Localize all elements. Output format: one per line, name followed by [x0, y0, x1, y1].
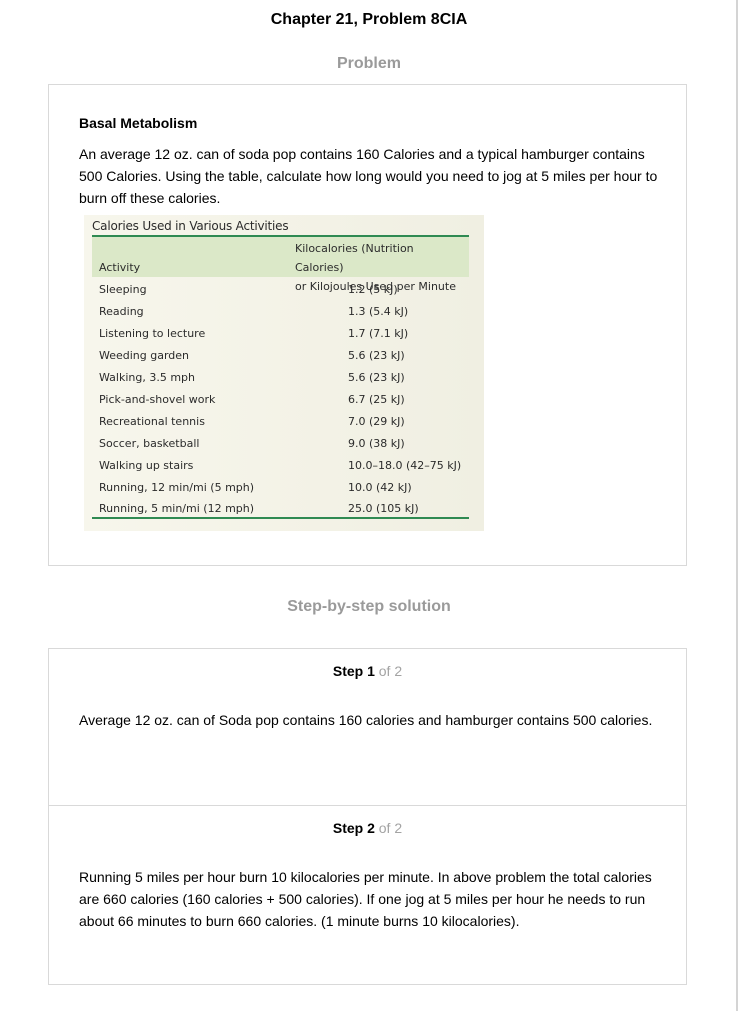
kcal-cell: 5.6 (23 kJ) [348, 349, 405, 362]
table-row: Listening to lecture 1.7 (7.1 kJ) [99, 324, 469, 346]
step-2-label: Step 2 of 2 [49, 820, 686, 836]
activity-cell: Sleeping [99, 283, 147, 296]
kcal-cell: 10.0–18.0 (42–75 kJ) [348, 459, 462, 472]
problem-card: Basal Metabolism An average 12 oz. can o… [48, 84, 687, 566]
step-1-number: Step 1 [332, 663, 375, 679]
step-2-total: of 2 [374, 820, 403, 836]
step-2-text: Running 5 miles per hour burn 10 kilocal… [79, 869, 652, 929]
activity-cell: Pick-and-shovel work [99, 393, 216, 406]
problem-heading: Basal Metabolism [79, 115, 198, 131]
kcal-cell: 7.0 (29 kJ) [348, 415, 405, 428]
step-1-label: Step 1 of 2 [49, 663, 686, 679]
problem-text: An average 12 oz. can of soda pop contai… [79, 146, 658, 206]
table-row: Recreational tennis 7.0 (29 kJ) [99, 412, 469, 434]
activity-cell: Listening to lecture [99, 327, 206, 340]
column-header-activity: Activity [99, 261, 141, 274]
activity-cell: Running, 5 min/mi (12 mph) [99, 502, 255, 515]
solution-section-label: Step-by-step solution [287, 598, 451, 615]
table-row: Weeding garden 5.6 (23 kJ) [99, 346, 469, 368]
kcal-cell: 5.6 (23 kJ) [348, 371, 405, 384]
page-title: Chapter 21, Problem 8CIA [270, 11, 468, 28]
table-row: Reading 1.3 (5.4 kJ) [99, 302, 469, 324]
problem-section-label: Problem [336, 55, 401, 72]
activity-cell: Soccer, basketball [99, 437, 200, 450]
activity-cell: Weeding garden [99, 349, 190, 362]
activity-cell: Walking, 3.5 mph [99, 371, 196, 384]
table-row: Running, 12 min/mi (5 mph) 10.0 (42 kJ) [99, 478, 469, 500]
activity-cell: Reading [99, 305, 144, 318]
kcal-cell: 1.3 (5.4 kJ) [348, 305, 409, 318]
kcal-cell: 6.7 (25 kJ) [348, 393, 405, 406]
kcal-cell: 25.0 (105 kJ) [348, 502, 419, 515]
step-1-total: of 2 [374, 663, 403, 679]
table-row: Walking up stairs 10.0–18.0 (42–75 kJ) [99, 456, 469, 478]
kcal-cell: 1.7 (7.1 kJ) [348, 327, 409, 340]
table-bottom-rule [92, 517, 469, 519]
table-row: Pick-and-shovel work 6.7 (25 kJ) [99, 390, 469, 412]
activity-cell: Recreational tennis [99, 415, 205, 428]
step-card-1: Step 1 of 2 Average 12 oz. can of Soda p… [48, 648, 687, 806]
kcal-cell: 9.0 (38 kJ) [348, 437, 405, 450]
kcal-cell: 1.2 (5 kJ) [348, 283, 398, 296]
column-header-kilocalories-line1: Kilocalories (Nutrition Calories) [295, 242, 414, 274]
step-2-number: Step 2 [332, 820, 375, 836]
kcal-cell: 10.0 (42 kJ) [348, 481, 412, 494]
calories-table-image: Calories Used in Various Activities Kilo… [84, 215, 484, 531]
step-card-2: Step 2 of 2 Running 5 miles per hour bur… [48, 805, 687, 985]
activity-cell: Running, 12 min/mi (5 mph) [99, 481, 255, 494]
table-caption: Calories Used in Various Activities [92, 219, 289, 233]
step-1-text: Average 12 oz. can of Soda pop contains … [79, 712, 653, 728]
table-row: Walking, 3.5 mph 5.6 (23 kJ) [99, 368, 469, 390]
activity-cell: Walking up stairs [99, 459, 194, 472]
table-row: Sleeping 1.2 (5 kJ) [99, 280, 469, 302]
table-row: Soccer, basketball 9.0 (38 kJ) [99, 434, 469, 456]
